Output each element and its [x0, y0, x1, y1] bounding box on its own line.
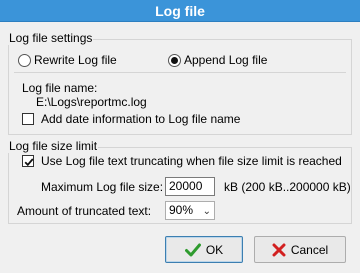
chevron-down-icon[interactable]: ⌄ [203, 204, 211, 219]
log-file-name-label: Log file name: [22, 81, 98, 95]
window-title: Log file [155, 2, 205, 19]
cancel-x-icon [272, 243, 286, 256]
amount-truncated-value: 90% [169, 203, 194, 217]
add-date-checkbox[interactable] [22, 113, 34, 125]
ok-button[interactable]: OK [165, 236, 243, 263]
max-size-unit: kB (200 kB..200000 kB) [224, 180, 351, 194]
settings-divider [14, 72, 346, 73]
amount-truncated-select[interactable]: 90% ⌄ [165, 201, 215, 220]
rewrite-radio-icon[interactable] [18, 54, 31, 67]
check-icon [24, 158, 34, 167]
append-log-label: Append Log file [184, 53, 268, 67]
append-radio-icon[interactable] [168, 54, 181, 67]
max-size-input[interactable]: 20000 [165, 177, 215, 196]
truncate-label: Use Log file text truncating when file s… [41, 154, 342, 168]
amount-truncated-label: Amount of truncated text: [17, 204, 152, 218]
append-log-option[interactable]: Append Log file [168, 52, 298, 68]
rewrite-log-label: Rewrite Log file [34, 53, 117, 67]
cancel-button[interactable]: Cancel [254, 236, 346, 263]
max-size-label: Maximum Log file size: [41, 180, 164, 194]
ok-check-icon [184, 243, 201, 256]
log-file-name-value: E:\Logs\reportmc.log [36, 95, 147, 109]
truncate-checkbox[interactable] [22, 155, 34, 167]
log-file-settings-legend: Log file settings [8, 31, 94, 45]
ok-label: OK [205, 242, 224, 257]
truncate-option[interactable]: Use Log file text truncating when file s… [22, 153, 352, 169]
cancel-label: Cancel [290, 242, 329, 257]
rewrite-log-option[interactable]: Rewrite Log file [18, 52, 148, 68]
window-title-bar: Log file [0, 0, 360, 22]
log-file-size-limit-legend: Log file size limit [8, 139, 99, 153]
add-date-label: Add date information to Log file name [41, 112, 241, 126]
add-date-option[interactable]: Add date information to Log file name [22, 111, 322, 127]
